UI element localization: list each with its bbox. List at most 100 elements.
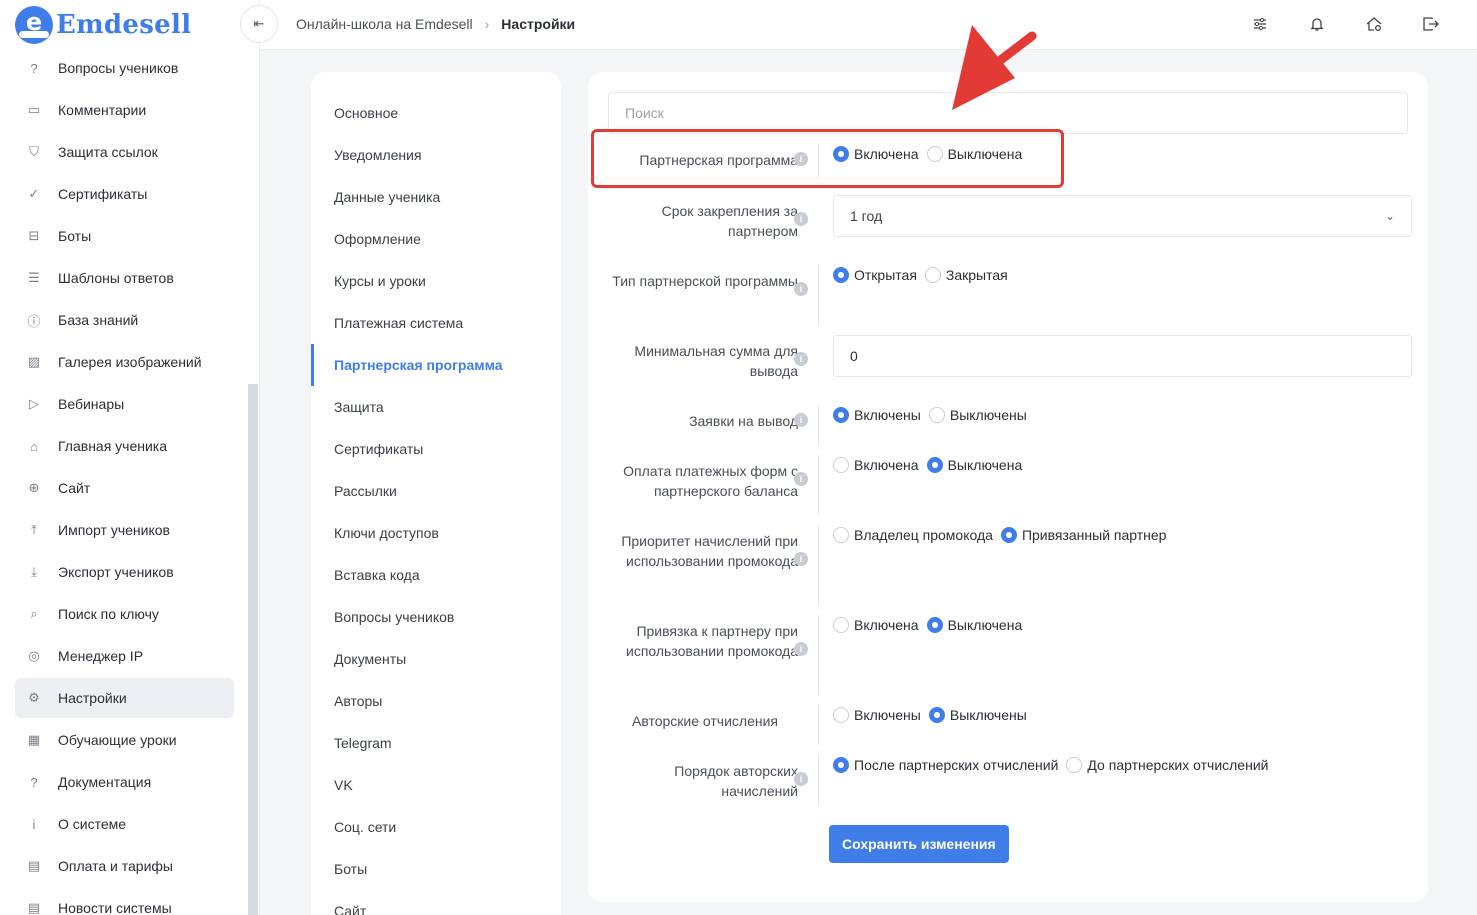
sidebar-item[interactable]: ⛉ Защита ссылок bbox=[15, 132, 234, 172]
radio-option[interactable]: Привязанный партнер bbox=[1000, 527, 1166, 543]
breadcrumb-school[interactable]: Онлайн-школа на Emdesell bbox=[296, 16, 473, 32]
radio-checked-icon[interactable] bbox=[833, 146, 849, 162]
bell-icon[interactable] bbox=[1306, 13, 1328, 35]
radio-unchecked-icon[interactable] bbox=[833, 457, 849, 473]
radio-option[interactable]: Выключена bbox=[926, 457, 1022, 473]
radio-option[interactable]: Выключена bbox=[926, 146, 1022, 162]
sidebar-item[interactable]: ⌕ Поиск по ключу bbox=[15, 594, 234, 634]
sidebar-item[interactable]: ▦ Обучающие уроки bbox=[15, 720, 234, 760]
radio-option[interactable]: Включена bbox=[833, 457, 919, 473]
sidebar-item[interactable]: ▷ Вебинары bbox=[15, 384, 234, 424]
settings-menu-item[interactable]: Документы bbox=[311, 638, 561, 680]
radio-checked-icon[interactable] bbox=[926, 617, 943, 633]
sidebar-item[interactable]: ⊕ Сайт bbox=[15, 468, 234, 508]
radio-checked-icon[interactable] bbox=[833, 757, 849, 773]
settings-menu-item[interactable]: Основное bbox=[311, 92, 561, 134]
radio-checked-icon[interactable] bbox=[833, 407, 849, 423]
info-icon[interactable]: i bbox=[794, 472, 808, 486]
sidebar-item[interactable]: ⌂ Главная ученика bbox=[15, 426, 234, 466]
settings-menu-item[interactable]: Ключи доступов bbox=[311, 512, 561, 554]
radio-option[interactable]: Владелец промокода bbox=[833, 527, 993, 543]
sidebar-item[interactable]: ▤ Оплата и тарифы bbox=[15, 846, 234, 886]
sidebar-item-label: Галерея изображений bbox=[58, 354, 202, 370]
sidebar-item[interactable]: ⤒ Импорт учеников bbox=[15, 510, 234, 550]
settings-menu-item[interactable]: VK bbox=[311, 764, 561, 806]
home-settings-icon[interactable] bbox=[1363, 13, 1385, 35]
settings-search-input[interactable] bbox=[608, 92, 1408, 134]
radio-unchecked-icon[interactable] bbox=[924, 267, 941, 283]
radio-unchecked-icon[interactable] bbox=[833, 707, 849, 723]
sidebar-item[interactable]: ⓘ База знаний bbox=[15, 300, 234, 340]
sidebar-item[interactable]: ☰ Шаблоны ответов bbox=[15, 258, 234, 298]
radio-unchecked-icon[interactable] bbox=[833, 617, 849, 633]
info-icon[interactable]: i bbox=[794, 352, 808, 366]
sidebar-item[interactable]: ? Вопросы учеников bbox=[15, 48, 234, 88]
row-promo-priority: Приоритет начислений при использовании п… bbox=[608, 525, 1408, 615]
promo-binding-label: Привязка к партнеру при использовании пр… bbox=[626, 623, 798, 659]
radio-option[interactable]: Включены bbox=[833, 707, 921, 723]
settings-menu-item[interactable]: Сертификаты bbox=[311, 428, 561, 470]
settings-menu-item[interactable]: Платежная система bbox=[311, 302, 561, 344]
info-icon[interactable]: i bbox=[794, 552, 808, 566]
sidebar-item[interactable]: ✓ Сертификаты bbox=[15, 174, 234, 214]
radio-unchecked-icon[interactable] bbox=[833, 527, 849, 543]
radio-checked-icon[interactable] bbox=[833, 267, 849, 283]
settings-menu-item[interactable]: Telegram bbox=[311, 722, 561, 764]
save-changes-button[interactable]: Сохранить изменения bbox=[829, 825, 1009, 863]
radio-option[interactable]: Включена bbox=[833, 146, 919, 162]
sidebar-item[interactable]: i О системе bbox=[15, 804, 234, 844]
settings-menu-item[interactable]: Рассылки bbox=[311, 470, 561, 512]
radio-option[interactable]: Открытая bbox=[833, 267, 917, 283]
settings-menu-item[interactable]: Вопросы учеников bbox=[311, 596, 561, 638]
sidebar-item[interactable]: ⤓ Экспорт учеников bbox=[15, 552, 234, 592]
info-icon[interactable]: i bbox=[794, 212, 808, 226]
settings-menu-item[interactable]: Уведомления bbox=[311, 134, 561, 176]
sidebar-item[interactable]: ▭ Комментарии bbox=[15, 90, 234, 130]
sidebar-item[interactable]: ⊟ Боты bbox=[15, 216, 234, 256]
settings-menu-item[interactable]: Вставка кода bbox=[311, 554, 561, 596]
info-icon[interactable]: i bbox=[794, 772, 808, 786]
radio-option[interactable]: Выключены bbox=[928, 707, 1027, 723]
radio-checked-icon[interactable] bbox=[928, 707, 945, 723]
min-withdraw-input[interactable] bbox=[833, 335, 1412, 377]
settings-menu-item[interactable]: Данные ученика bbox=[311, 176, 561, 218]
info-icon[interactable]: i bbox=[794, 413, 808, 427]
brand-logo[interactable]: e Emdesell bbox=[15, 5, 191, 45]
settings-menu-item[interactable]: Боты bbox=[311, 848, 561, 890]
info-icon[interactable]: i bbox=[794, 152, 808, 166]
info-icon[interactable]: i bbox=[794, 642, 808, 656]
radio-option[interactable]: Закрытая bbox=[924, 267, 1008, 283]
collapse-sidebar-button[interactable]: ⇤ bbox=[240, 5, 278, 43]
radio-unchecked-icon[interactable] bbox=[1066, 757, 1083, 773]
settings-menu-item[interactable]: Соц. сети bbox=[311, 806, 561, 848]
settings-menu-item[interactable]: Сайт bbox=[311, 890, 561, 915]
radio-option[interactable]: После партнерских отчислений bbox=[833, 757, 1058, 773]
sliders-icon[interactable] bbox=[1249, 13, 1271, 35]
binding-period-select[interactable]: 1 год ⌄ bbox=[833, 195, 1412, 237]
radio-checked-icon[interactable] bbox=[926, 457, 943, 473]
settings-menu-item[interactable]: Оформление bbox=[311, 218, 561, 260]
logout-icon[interactable] bbox=[1420, 13, 1442, 35]
sidebar-scrollbar[interactable] bbox=[248, 384, 258, 915]
settings-menu-item[interactable]: Авторы bbox=[311, 680, 561, 722]
sidebar-item[interactable]: ⚙ Настройки bbox=[15, 678, 234, 718]
radio-unchecked-icon[interactable] bbox=[928, 407, 945, 423]
radio-option[interactable]: Выключены bbox=[928, 407, 1027, 423]
settings-menu-item[interactable]: Защита bbox=[311, 386, 561, 428]
sidebar-item[interactable]: ▨ Галерея изображений bbox=[15, 342, 234, 382]
comment-icon: ▭ bbox=[27, 102, 41, 117]
settings-menu-item[interactable]: Курсы и уроки bbox=[311, 260, 561, 302]
radio-option[interactable]: Выключена bbox=[926, 617, 1022, 633]
sidebar-item[interactable]: ▤ Новости системы bbox=[15, 888, 234, 915]
info-icon[interactable]: i bbox=[794, 282, 808, 296]
sidebar-item[interactable]: ◎ Менеджер IP bbox=[15, 636, 234, 676]
author-fees-label: Авторские отчисления bbox=[631, 713, 778, 729]
radio-checked-icon[interactable] bbox=[1000, 527, 1017, 543]
radio-option[interactable]: До партнерских отчислений bbox=[1066, 757, 1268, 773]
radio-unchecked-icon[interactable] bbox=[926, 146, 943, 162]
settings-menu-item[interactable]: Партнерская программа bbox=[311, 344, 561, 386]
promo-priority-label: Приоритет начислений при использовании п… bbox=[621, 533, 798, 569]
sidebar-item[interactable]: ? Документация bbox=[15, 762, 234, 802]
radio-option[interactable]: Включены bbox=[833, 407, 921, 423]
radio-option[interactable]: Включена bbox=[833, 617, 919, 633]
